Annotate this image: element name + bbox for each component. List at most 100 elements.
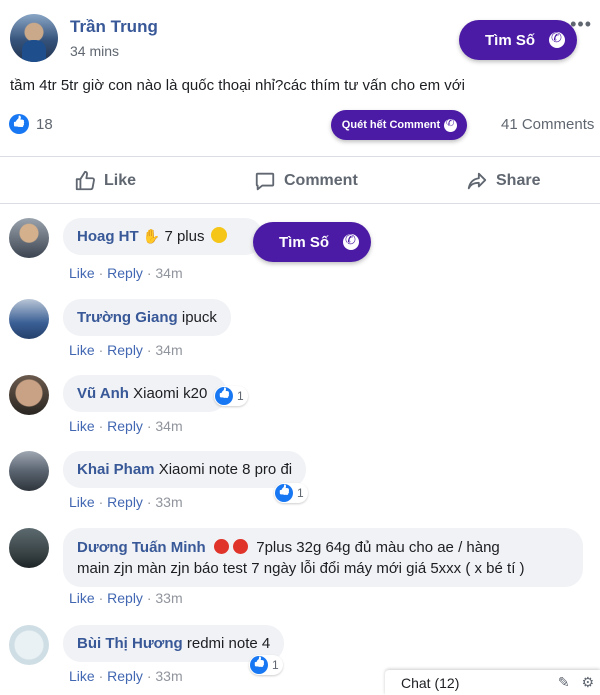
comment-meta: Like · Reply · 34m [69, 265, 183, 281]
emoji-icon [213, 539, 229, 554]
comment-bubble: Bùi Thị Hương redmi note 4 [63, 625, 285, 662]
separator: · [98, 668, 104, 684]
comment-like-link[interactable]: Like [69, 418, 95, 434]
share-button[interactable]: Share [466, 158, 540, 203]
comment-time[interactable]: 33m [155, 668, 182, 684]
comment-like-count: 1 [297, 486, 304, 500]
comment-author[interactable]: Vũ Anh [77, 385, 129, 402]
phone-icon [343, 232, 359, 250]
comment-like-link[interactable]: Like [69, 668, 95, 684]
separator: · [98, 494, 104, 510]
separator: · [98, 342, 104, 358]
comments-count[interactable]: 41 Comments [501, 116, 594, 133]
comment-reactions[interactable]: 1 [274, 483, 308, 503]
comment-author[interactable]: Bùi Thị Hương [77, 635, 183, 652]
comment-bubble: Trường Giang ipuck [63, 299, 231, 336]
comment-bubble: Hoag HT ✋ 7 plus [63, 218, 263, 255]
avatar[interactable] [9, 625, 49, 665]
comment-like-count: 1 [272, 658, 279, 672]
separator: · [146, 265, 152, 281]
comment-text: Xiaomi k20 [133, 385, 208, 402]
like-icon [275, 484, 293, 502]
phone-icon [549, 30, 565, 48]
comment-meta: Like · Reply · 33m [69, 494, 183, 510]
comment-reply-link[interactable]: Reply [107, 590, 143, 606]
comment-text-line2: main zjn màn zjn báo test 7 ngày lỗi đổi… [77, 560, 525, 577]
divider [0, 203, 600, 204]
reaction-count: 18 [36, 115, 53, 133]
avatar[interactable] [9, 299, 49, 339]
comment-time[interactable]: 33m [155, 494, 182, 510]
comment-like-link[interactable]: Like [69, 494, 95, 510]
like-icon [75, 170, 95, 190]
comment-author[interactable]: Dương Tuấn Minh [77, 539, 206, 556]
comment-text: 7 plus [164, 228, 205, 245]
comment-button[interactable]: Comment [254, 158, 358, 203]
settings-icon[interactable]: ⚙ [581, 674, 594, 690]
comment-reply-link[interactable]: Reply [107, 668, 143, 684]
separator: · [146, 494, 152, 510]
comment-time[interactable]: 34m [155, 342, 182, 358]
compose-icon[interactable]: ✎ [558, 674, 570, 690]
separator: · [98, 418, 104, 434]
avatar[interactable] [9, 218, 49, 258]
comment-reply-link[interactable]: Reply [107, 265, 143, 281]
share-icon [467, 172, 487, 189]
separator: · [146, 668, 152, 684]
comment-meta: Like · Reply · 34m [69, 418, 183, 434]
emoji-icon [210, 227, 227, 243]
like-button[interactable]: Like [74, 158, 136, 203]
comment-reactions[interactable]: 1 [249, 655, 283, 675]
tim-so-button[interactable]: Tìm Số [253, 222, 371, 262]
comment-like-link[interactable]: Like [69, 265, 95, 281]
comment-meta: Like · Reply · 34m [69, 342, 183, 358]
quet-comment-button[interactable]: Quét hết Comment [331, 110, 467, 140]
comment-reply-link[interactable]: Reply [107, 418, 143, 434]
comment-reactions[interactable]: 1 [214, 386, 248, 406]
avatar[interactable] [9, 528, 49, 568]
emoji-icon: ✋ [142, 228, 161, 244]
avatar[interactable] [9, 451, 49, 491]
comment-bubble: Vũ Anh Xiaomi k20 [63, 375, 228, 412]
comment-text: 7plus 32g 64g đủ màu cho ae / hàng [256, 539, 500, 556]
chat-controls: ✎ ⚙ [558, 674, 594, 691]
separator: · [146, 590, 152, 606]
comment-bubble: Dương Tuấn Minh 7plus 32g 64g đủ màu cho… [63, 528, 583, 587]
comment-time[interactable]: 34m [155, 265, 182, 281]
reactions-summary[interactable]: 18 [9, 114, 53, 134]
comment-author[interactable]: Hoag HT [77, 228, 139, 245]
chat-label: Chat (12) [401, 674, 460, 691]
tim-so-label: Tìm Số [484, 31, 535, 49]
emoji-icon [233, 539, 249, 554]
like-icon [9, 114, 29, 134]
comment-reply-link[interactable]: Reply [107, 342, 143, 358]
separator: · [98, 265, 104, 281]
comment-like-link[interactable]: Like [69, 342, 95, 358]
chat-bar[interactable]: Chat (12) ✎ ⚙ [385, 670, 600, 695]
phone-icon [444, 118, 457, 132]
comment-like-count: 1 [237, 389, 244, 403]
comment-bubble: Khai Pham Xiaomi note 8 pro đi [63, 451, 307, 488]
author-avatar[interactable] [10, 14, 58, 62]
comment-reply-link[interactable]: Reply [107, 494, 143, 510]
action-bar: Like Comment Share [0, 158, 600, 203]
post-text: tầm 4tr 5tr giờ con nào là quốc thoại nh… [10, 77, 465, 94]
separator: · [98, 590, 104, 606]
comment-meta: Like · Reply · 33m [69, 590, 183, 606]
tim-so-label: Tìm Số [278, 233, 329, 251]
comment-author[interactable]: Khai Pham [77, 461, 155, 478]
tim-so-button[interactable]: Tìm Số [459, 20, 577, 60]
quet-comment-label: Quét hết Comment [341, 119, 441, 131]
comment-meta: Like · Reply · 33m [69, 668, 183, 684]
avatar[interactable] [9, 375, 49, 415]
author-name[interactable]: Trần Trung [70, 17, 158, 37]
comment-time[interactable]: 33m [155, 590, 182, 606]
like-label: Like [104, 171, 137, 189]
comment-like-link[interactable]: Like [69, 590, 95, 606]
comment-time[interactable]: 34m [155, 418, 182, 434]
comment-icon [255, 172, 275, 190]
share-label: Share [496, 171, 541, 189]
comment-author[interactable]: Trường Giang [77, 309, 178, 326]
post-time[interactable]: 34 mins [70, 43, 119, 59]
divider [0, 156, 600, 157]
